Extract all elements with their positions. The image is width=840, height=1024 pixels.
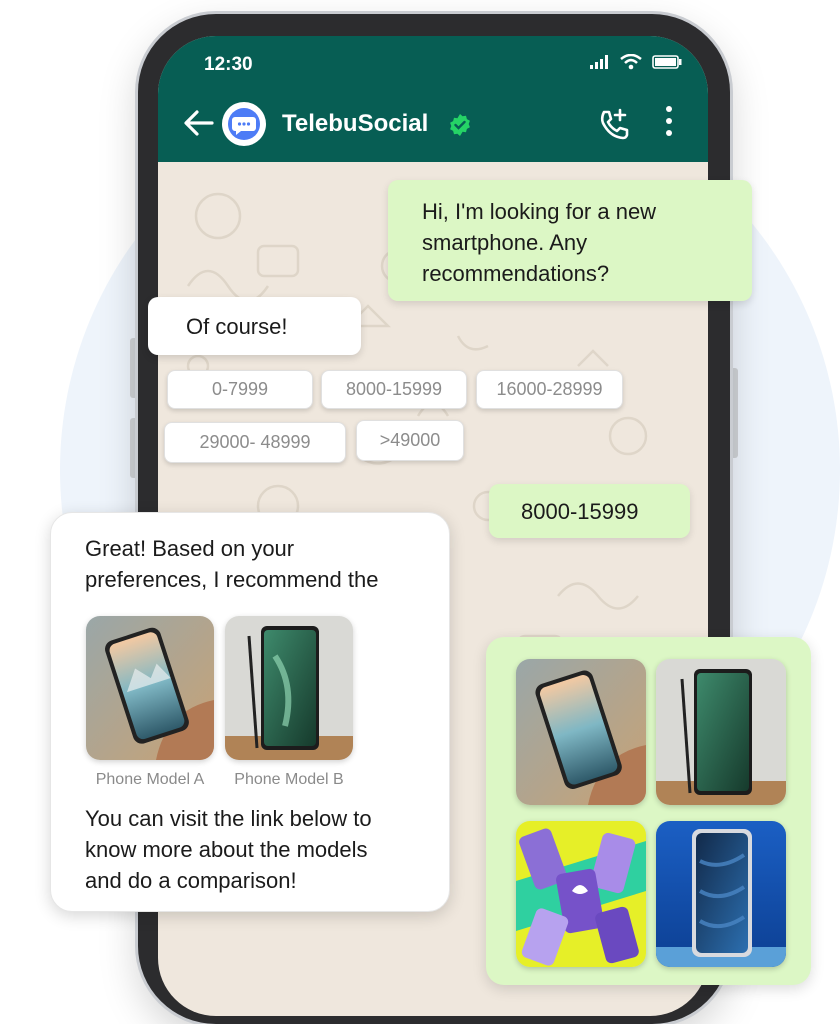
- add-call-icon[interactable]: [598, 108, 632, 142]
- outgoing-message: Hi, I'm looking for a new smartphone. An…: [388, 180, 752, 301]
- contact-avatar[interactable]: [222, 102, 266, 146]
- message-line: smartphone. Any: [422, 230, 588, 255]
- incoming-message: Of course!: [148, 297, 361, 355]
- wifi-icon: [620, 54, 642, 70]
- product-image-b[interactable]: [225, 616, 353, 760]
- message-text: 8000-15999: [521, 499, 639, 524]
- card-outro-line: know more about the models: [85, 837, 368, 862]
- card-intro-line: preferences, I recommend the: [85, 567, 379, 592]
- status-icons: [590, 54, 682, 70]
- quick-reply-chip[interactable]: 0-7999: [167, 370, 313, 409]
- product-caption-b: Phone Model B: [234, 771, 344, 788]
- phone-volume-button: [130, 338, 138, 398]
- battery-icon: [652, 55, 682, 69]
- signal-icon: [590, 55, 608, 69]
- product-image-a[interactable]: [86, 616, 214, 760]
- outgoing-message: 8000-15999: [489, 484, 690, 538]
- message-line: recommendations?: [422, 261, 610, 286]
- quick-reply-chip[interactable]: 16000-28999: [476, 370, 623, 409]
- phone-volume-button: [130, 418, 138, 478]
- verified-badge-icon: [450, 114, 470, 136]
- image-gallery-message: [486, 637, 811, 985]
- recommendation-card: Great! Based on your preferences, I reco…: [50, 512, 450, 912]
- quick-reply-chip[interactable]: >49000: [356, 420, 464, 461]
- back-arrow-icon[interactable]: [182, 108, 216, 138]
- card-intro-line: Great! Based on your: [85, 536, 295, 561]
- quick-reply-chip[interactable]: 29000- 48999: [164, 422, 346, 463]
- message-line: Hi, I'm looking for a new: [422, 199, 657, 224]
- gallery-image-colorful-phones[interactable]: [516, 821, 646, 967]
- gallery-image-blue-phone[interactable]: [656, 821, 786, 967]
- gallery-image-flip-phone[interactable]: [516, 659, 646, 805]
- status-bar: 12:30: [158, 36, 708, 86]
- more-vert-icon[interactable]: [666, 106, 672, 136]
- status-time: 12:30: [204, 54, 253, 75]
- card-outro-line: and do a comparison!: [85, 868, 297, 893]
- phone-power-button: [730, 368, 738, 458]
- product-caption-a: Phone Model A: [95, 771, 205, 788]
- quick-reply-chip[interactable]: 8000-15999: [321, 370, 467, 409]
- card-outro-line: You can visit the link below to: [85, 806, 372, 831]
- message-text: Of course!: [186, 314, 288, 339]
- chat-bubble-icon: [232, 117, 256, 135]
- gallery-image-stylus-phone[interactable]: [656, 659, 786, 805]
- chat-header: TelebuSocial: [158, 86, 708, 162]
- contact-name[interactable]: TelebuSocial: [282, 110, 428, 138]
